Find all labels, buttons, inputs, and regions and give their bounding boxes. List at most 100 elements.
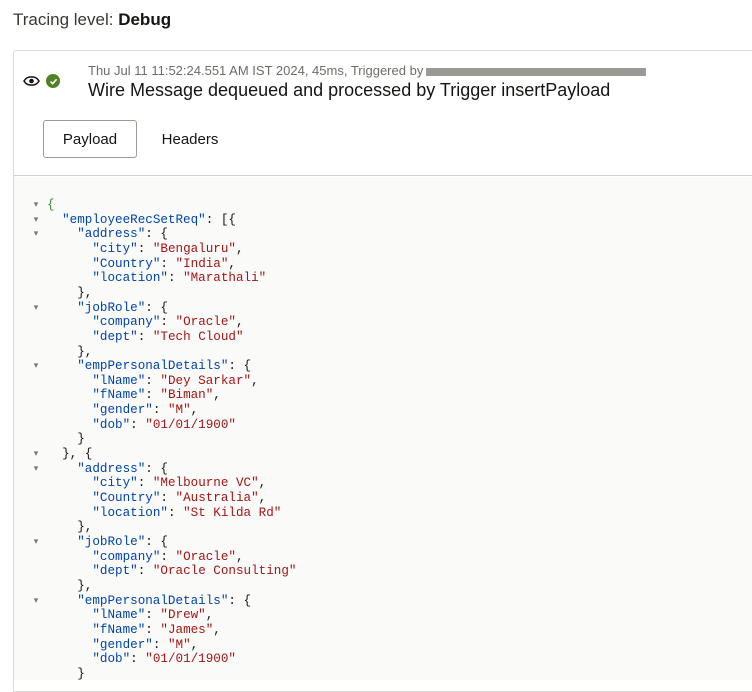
code-line: ▾ "empPersonalDetails": {: [14, 359, 752, 374]
code-text: "company": "Oracle",: [47, 549, 243, 565]
code-token: :: [145, 388, 161, 403]
code-text: "jobRole": {: [47, 301, 168, 316]
code-token: "Melbourne VC": [152, 476, 259, 491]
code-text: "lName": "Dey Sarkar",: [47, 373, 259, 389]
fold-toggle-icon[interactable]: ▾: [31, 227, 41, 242]
tab-divider: [14, 175, 752, 176]
tab-payload[interactable]: Payload: [43, 120, 137, 158]
code-line: },: [14, 286, 752, 301]
code-token: :: [130, 417, 146, 432]
code-line: "city": "Bengaluru",: [14, 242, 752, 257]
code-token: "fName": [92, 622, 146, 637]
code-text: }: [47, 667, 85, 680]
code-token: "dob": [92, 417, 131, 432]
code-token: ,: [205, 608, 214, 623]
code-token: "Country": [92, 491, 161, 505]
code-token: "James": [160, 622, 214, 637]
code-line: ▾ "jobRole": {: [14, 535, 752, 550]
code-token: },: [47, 578, 93, 593]
code-token: "employeeRecSetReq": [62, 212, 206, 227]
event-meta-text: Thu Jul 11 11:52:24.551 AM IST 2024, 45m…: [88, 63, 424, 78]
code-text: }, {: [47, 447, 92, 462]
code-line: "lName": "Drew",: [14, 608, 752, 623]
code-token: :: [160, 549, 176, 564]
code-token: "fName": [92, 388, 146, 403]
code-token: "lName": [92, 608, 146, 623]
code-line: ▾{: [14, 198, 752, 213]
code-text: "address": {: [47, 227, 168, 242]
code-line: "location": "Marathali": [14, 271, 752, 286]
code-token: },: [47, 344, 93, 359]
code-token: ,: [190, 403, 199, 418]
payload-code-editor[interactable]: ▾{▾ "employeeRecSetReq": [{▾ "address": …: [14, 177, 752, 680]
fold-toggle-icon[interactable]: ▾: [31, 447, 41, 462]
tracing-level-label: Tracing level:: [13, 10, 114, 29]
code-token: "Drew": [160, 608, 206, 623]
code-line: "gender": "M",: [14, 638, 752, 653]
code-token: :: [152, 403, 168, 418]
code-line: },: [14, 579, 752, 594]
code-text: "dob": "01/01/1900": [47, 652, 236, 667]
code-text: "fName": "Biman",: [47, 388, 221, 403]
fold-toggle-icon[interactable]: ▾: [31, 535, 41, 550]
code-token: }: [47, 432, 85, 447]
code-line: "dob": "01/01/1900": [14, 418, 752, 433]
code-token: "empPersonalDetails": [77, 359, 229, 374]
code-line: "lName": "Dey Sarkar",: [14, 374, 752, 389]
code-line: ▾ "empPersonalDetails": {: [14, 594, 752, 609]
code-token: "Australia": [175, 491, 259, 505]
code-token: "dept": [92, 329, 138, 344]
code-token: "lName": [92, 373, 146, 388]
fold-toggle-icon[interactable]: ▾: [31, 213, 41, 228]
fold-toggle-icon[interactable]: ▾: [31, 359, 41, 374]
code-token: ,: [258, 476, 267, 491]
code-token: :: [130, 652, 146, 667]
tab-headers[interactable]: Headers: [148, 120, 232, 158]
code-text: },: [47, 345, 92, 360]
fold-toggle-icon[interactable]: ▾: [31, 594, 41, 609]
code-token: : [{: [205, 212, 236, 227]
fold-toggle-icon[interactable]: ▾: [31, 462, 41, 477]
code-token: },: [47, 285, 93, 300]
code-token: :: [152, 637, 168, 652]
code-text: "dept": "Tech Cloud": [47, 329, 243, 345]
code-token: :: [137, 241, 153, 256]
code-line: "company": "Oracle",: [14, 315, 752, 330]
code-text: "dob": "01/01/1900": [47, 418, 236, 433]
code-token: "city": [92, 241, 138, 256]
code-line: },: [14, 520, 752, 535]
code-token: ,: [213, 622, 221, 637]
fold-toggle-icon[interactable]: ▾: [31, 198, 41, 213]
code-line: "Country": "Australia",: [14, 491, 752, 506]
code-line: "dob": "01/01/1900": [14, 652, 752, 667]
code-token: "M": [167, 637, 191, 652]
code-token: : {: [228, 593, 252, 608]
code-line: }: [14, 432, 752, 447]
code-text: "company": "Oracle",: [47, 315, 243, 330]
code-text: "city": "Bengaluru",: [47, 241, 243, 257]
code-token: ,: [190, 637, 199, 652]
fold-toggle-icon[interactable]: ▾: [31, 301, 41, 316]
code-token: ,: [251, 373, 259, 388]
code-token: "jobRole": [77, 534, 146, 549]
code-token: "location": [92, 505, 168, 520]
code-token: "Oracle": [175, 549, 236, 564]
code-token: "Biman": [160, 388, 214, 403]
eye-icon[interactable]: [23, 75, 40, 87]
code-token: :: [160, 491, 176, 505]
code-token: "company": [92, 549, 161, 564]
